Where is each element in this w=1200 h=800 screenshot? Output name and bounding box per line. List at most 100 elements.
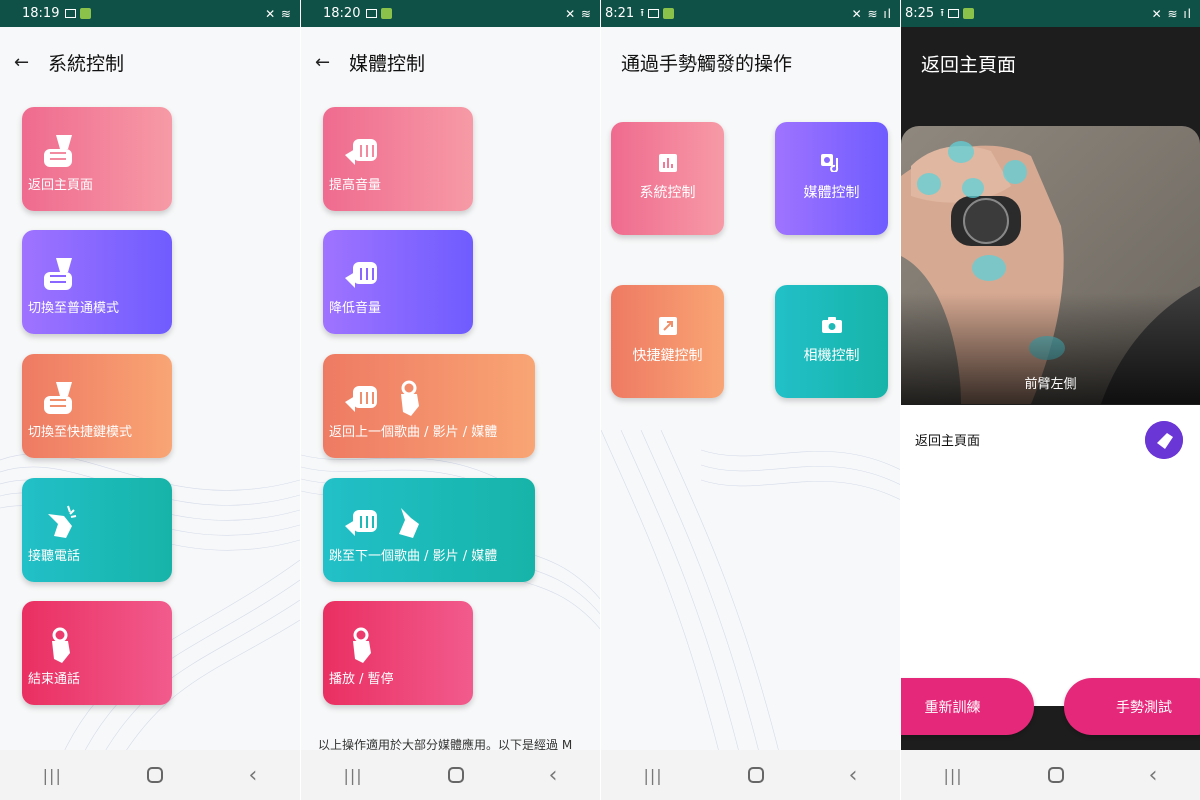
top-bar: ← 系統控制 [0,40,300,84]
hand-snap-gesture-icon [48,505,77,538]
hand-fist-gesture-icon [44,135,72,167]
status-bar: 18:19 ✕ ≋ [0,0,300,27]
tile-label: 相機控制 [803,348,860,364]
gesture-card-volume-down[interactable]: 降低音量 [323,230,473,334]
card-label: 返回主頁面 [28,178,94,193]
status-time: 8:21 [605,6,635,21]
status-time: 18:19 [22,6,60,21]
home-icon[interactable] [147,767,164,783]
recent-apps-icon[interactable]: ||| [43,766,62,785]
gallery-notification-icon [648,9,660,18]
gesture-card-previous-media[interactable]: 返回上一個歌曲 / 影片 / 媒體 [323,354,535,458]
screen-gesture-detail: 8:25 ⭱ ✕ ≋ ıl 返回主頁面 前臂左側 返回主頁面 重新訓練 手勢測試… [901,0,1200,800]
screen-media-control: 18:20 ✕ ≋ ← 媒體控制 提高音量 降低音量 返回上一個歌曲 / 影片 … [301,0,600,800]
back-arrow-icon[interactable]: ← [14,52,40,73]
page-title: 返回主頁面 [921,54,1017,76]
bar-chart-icon [658,154,677,172]
home-icon[interactable] [1047,767,1064,783]
hand-rotate-gesture-icon [345,139,377,165]
gesture-name-label: 返回主頁面 [915,434,981,449]
page-title: 媒體控制 [349,52,426,75]
card-label: 提高音量 [329,178,382,193]
card-label: 切換至快捷鍵模式 [28,425,133,440]
hand-rotate-gesture-icon [345,262,377,288]
android-nav-bar: ||| ‹ [601,750,900,800]
recent-apps-icon[interactable]: ||| [644,766,663,785]
upload-icon: ⭱ [940,6,945,19]
tile-system-control[interactable]: 系統控制 [611,122,724,235]
mute-wifi-icon: ✕ ≋ [565,6,592,21]
gesture-card-normal-mode[interactable]: 切換至普通模式 [22,230,172,334]
gallery-notification-icon [65,9,77,18]
gallery-notification-icon [366,9,378,18]
android-nav-bar: ||| ‹ [301,750,600,800]
gesture-card-home[interactable]: 返回主頁面 [22,107,172,211]
tile-shortcut-control[interactable]: 快捷鍵控制 [611,285,724,398]
gesture-card-volume-up[interactable]: 提高音量 [323,107,473,211]
screen-system-control: 18:19 ✕ ≋ ← 系統控制 返回主頁面 切換至普通模式 切換至快捷鍵模式 [0,0,300,800]
screen-gesture-actions: 8:21 ⭱ ✕ ≋ ıl 通過手勢觸發的操作 系統控制 媒體控制 快捷鍵控制 [601,0,900,800]
card-label: 播放 / 暫停 [329,672,394,687]
gesture-test-button[interactable]: 手勢測試 [1064,678,1200,735]
gesture-card-shortcut-mode[interactable]: 切換至快捷鍵模式 [22,354,172,458]
hand-ok-gesture-icon [52,627,70,663]
app-notification-icon [381,8,393,19]
recent-apps-icon[interactable]: ||| [944,766,963,785]
hand-combo-gesture-icon [345,380,419,416]
tile-label: 快捷鍵控制 [632,348,703,364]
card-label: 跳至下一個歌曲 / 影片 / 媒體 [329,549,498,564]
top-bar: 通過手勢觸發的操作 [601,40,900,84]
nav-back-icon[interactable]: ‹ [849,763,858,788]
gesture-card-play-pause[interactable]: 播放 / 暫停 [323,601,473,705]
upload-icon: ⭱ [640,6,645,19]
signal-icons: ✕ ≋ ıl [851,6,892,21]
page-title: 通過手勢觸發的操作 [621,52,793,75]
app-notification-icon [963,8,975,19]
card-label: 切換至普通模式 [28,301,120,316]
card-label: 結束通話 [28,672,81,687]
card-label: 返回上一個歌曲 / 影片 / 媒體 [329,425,498,440]
gesture-card-answer-call[interactable]: 接聽電話 [22,478,172,582]
tile-label: 媒體控制 [803,185,860,201]
gesture-avatar-icon [1145,421,1183,459]
nav-back-icon[interactable]: ‹ [549,763,558,788]
nav-back-icon[interactable]: ‹ [1149,763,1158,788]
back-arrow-icon[interactable]: ← [315,52,341,73]
tile-media-control[interactable]: 媒體控制 [775,122,888,235]
status-time: 18:20 [323,6,361,21]
app-notification-icon [80,8,92,19]
recent-apps-icon[interactable]: ||| [344,766,363,785]
card-label: 降低音量 [329,301,382,316]
signal-icons: ✕ ≋ ıl [1151,6,1192,21]
forearm-sensor-illustration [901,126,1200,404]
nav-back-icon[interactable]: ‹ [248,763,257,788]
gallery-notification-icon [948,9,960,18]
status-time: 8:25 [905,6,935,21]
android-nav-bar: ||| ‹ [901,750,1200,800]
top-bar: ← 媒體控制 [301,40,600,84]
app-notification-icon [663,8,675,19]
hand-ok-gesture-icon [353,627,371,663]
android-nav-bar: ||| ‹ [0,750,300,800]
hand-combo-gesture-icon [345,508,419,538]
camera-icon [821,317,842,333]
retrain-button[interactable]: 重新訓練 [901,678,1034,735]
hand-fist-gesture-icon [44,382,72,414]
shortcut-arrow-icon [658,317,677,335]
tile-label: 系統控制 [639,185,696,201]
status-bar: 18:20 ✕ ≋ [301,0,600,27]
tile-camera-control[interactable]: 相機控制 [775,285,888,398]
page-title: 系統控制 [48,52,125,75]
gesture-card-next-media[interactable]: 跳至下一個歌曲 / 影片 / 媒體 [323,478,535,582]
card-label: 接聽電話 [28,549,81,564]
home-icon[interactable] [447,767,464,783]
hand-fist-gesture-icon [44,258,72,290]
photo-caption: 前臂左側 [1024,377,1077,392]
home-icon[interactable] [747,767,764,783]
media-icon [820,154,838,172]
status-bar: 8:21 ⭱ ✕ ≋ ıl [601,0,900,27]
forearm-photo: 前臂左側 [901,126,1200,404]
gesture-card-end-call[interactable]: 結束通話 [22,601,172,705]
mute-wifi-icon: ✕ ≋ [265,6,292,21]
status-bar: 8:25 ⭱ ✕ ≋ ıl [901,0,1200,27]
